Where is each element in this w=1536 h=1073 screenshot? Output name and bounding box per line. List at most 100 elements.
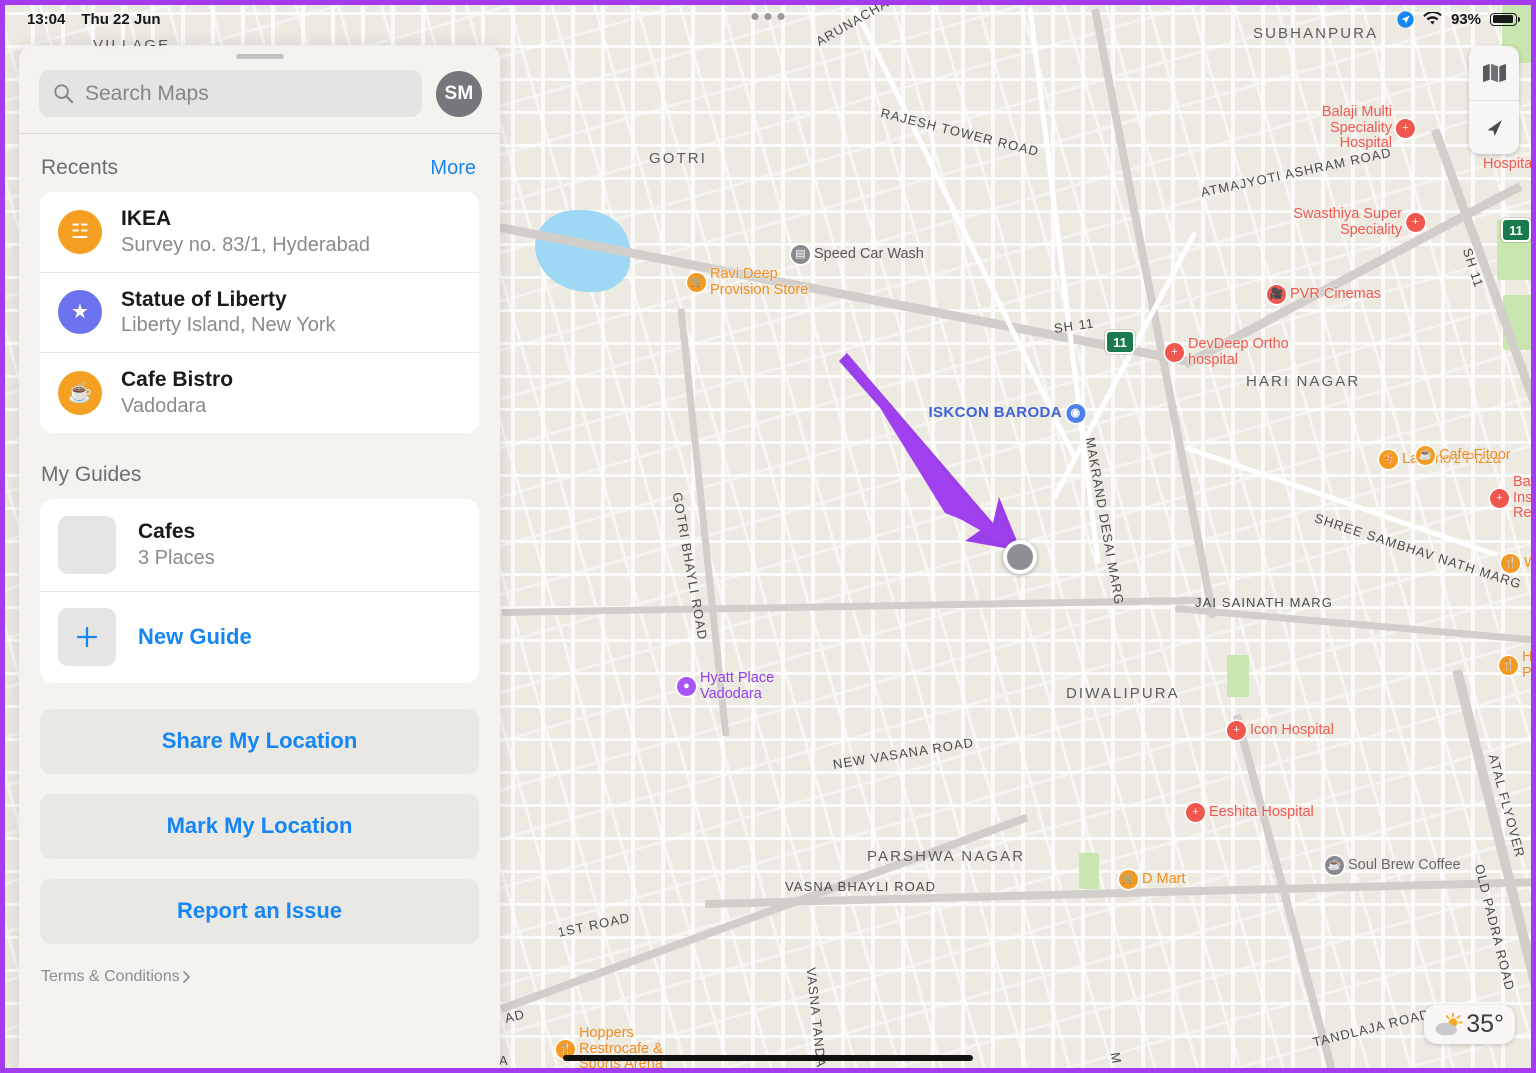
poi-label: Swasthiya Super Speciality [1293,206,1402,238]
highway-shield: 11 [1501,218,1531,242]
poi-pin-icon: + [1490,488,1509,508]
recent-item[interactable]: ☕ Cafe Bistro Vadodara [40,352,479,433]
map-controls [1469,46,1519,154]
poi-pin-icon: + [1227,721,1246,740]
poi-pin-icon: ▤ [791,245,810,264]
map-poi[interactable]: 🍴 Hoppers Restrocafe & Sports Arena [556,1025,663,1068]
poi-label: H P [1522,649,1531,681]
poi-pin-icon: ● [677,677,696,697]
map-poi[interactable]: ☕ Soul Brew Coffee [1325,856,1461,875]
search-field-wrapper[interactable] [39,70,422,117]
recent-item-subtitle: Survey no. 83/1, Hyderabad [121,233,371,256]
map-area-label: PARSHWA NAGAR [867,848,1026,865]
map-poi[interactable]: +Baro Insti Rese [1490,474,1531,522]
poi-pin-icon: ◉ [1066,404,1085,423]
map-poi[interactable]: ☕ Cafe Fitoor [1416,446,1511,465]
poi-label: ISKCON BARODA [928,404,1062,422]
guide-item-cafes[interactable]: Cafes 3 Places [40,499,479,591]
recent-item-title: Cafe Bistro [121,368,234,392]
navigation-arrow-icon [1487,119,1502,136]
recent-item-title: IKEA [121,207,172,230]
guide-thumbnail [58,515,116,574]
guide-subtitle: 3 Places [138,546,215,569]
report-an-issue-button[interactable]: Report an Issue [40,878,479,944]
map-poi[interactable]: ● Hyatt Place Vadodara [677,670,775,702]
tracking-button[interactable] [1469,100,1519,154]
map-poi[interactable]: 🍴Wo [1501,554,1531,573]
recent-item-text: Cafe Bistro Vadodara [121,367,233,419]
chevron-right-icon [182,970,190,983]
recent-item-text: Statue of Liberty Liberty Island, New Yor… [121,287,336,339]
home-indicator[interactable] [563,1055,973,1061]
recents-card: ☳ IKEA Survey no. 83/1, Hyderabad ★ Statue o… [40,192,479,433]
map-poi[interactable]: + Swasthiya Super Speciality [1293,206,1425,238]
map-mode-button[interactable] [1469,46,1519,100]
poi-label: Hospitals [1483,156,1531,172]
map-area-label: DIWALIPURA [1066,685,1180,702]
recent-item[interactable]: ★ Statue of Liberty Liberty Island, New Yo… [40,271,479,353]
poi-pin-icon: + [1165,343,1184,363]
new-guide-row[interactable]: New Guide [40,590,479,683]
map-poi[interactable]: ◉ ISKCON BARODA [928,404,1085,423]
poi-label: Cafe Fitoor [1439,446,1511,463]
maps-sidebar-panel: SM Recents More ☳ IKEA Survey no. 83/1, Hy… [19,46,500,1068]
my-guides-header: My Guides [19,433,500,499]
poi-label: Ravi Deep Provision Store [710,266,809,298]
map-poi[interactable]: 🛒 D Mart [1119,870,1186,889]
recents-header: Recents More [19,134,500,192]
highway-shield: 11 [1105,330,1135,354]
map-poi[interactable]: ▤ Speed Car Wash [791,245,924,264]
poi-pin-icon: 🛒 [687,273,706,293]
map-park [1079,853,1099,889]
search-row: SM [19,59,500,133]
poi-pin-icon: + [1186,803,1205,822]
multitasking-dots[interactable] [751,13,785,20]
map-poi[interactable]: + Icon Hospital [1227,721,1334,740]
map-area-label: HARI NAGAR [1246,373,1361,390]
map-poi[interactable]: Hospitals [1483,156,1531,173]
map-layers-icon [1482,63,1506,83]
poi-pin-icon: 🎥 [1267,285,1286,304]
map-road-label: A [499,1053,509,1068]
map-road-label: M [1107,1051,1125,1066]
recent-item[interactable]: ☳ IKEA Survey no. 83/1, Hyderabad [40,192,479,272]
map-poi[interactable]: + Eeshita Hospital [1186,803,1314,822]
sidebar-action-buttons: Share My Location Mark My Location Report … [19,683,500,944]
poi-pin-icon: 🍕 [1379,450,1398,469]
map-road-label: JAI SAINATH MARG [1195,595,1333,610]
recent-item-subtitle: Vadodara [121,394,207,417]
star-icon: ★ [58,290,102,335]
map-poi[interactable]: 🛒 Ravi Deep Provision Store [687,266,809,298]
poi-pin-icon: + [1406,213,1425,233]
poi-label: DevDeep Ortho hospital [1188,336,1289,368]
partly-cloudy-icon [1435,1012,1464,1035]
poi-pin-icon: 🍴 [1501,554,1520,573]
marked-location-pin[interactable] [1003,540,1037,574]
map-poi[interactable]: + Balaji Multi Speciality Hospital [1322,104,1415,152]
poi-pin-icon: ☕ [1325,856,1344,875]
annotation-arrow [839,351,1021,553]
search-icon [54,84,74,104]
my-guides-title: My Guides [41,462,142,486]
map-poi[interactable]: 🍴 H P [1499,649,1531,681]
map-poi[interactable]: + DevDeep Ortho hospital [1165,336,1289,368]
map-poi[interactable]: 🎥 PVR Cinemas [1267,285,1381,304]
avatar[interactable]: SM [436,70,482,117]
guide-text: Cafes 3 Places [138,519,215,571]
poi-pin-icon: + [1396,118,1415,138]
search-input[interactable] [85,81,408,106]
weather-badge[interactable]: 35° [1424,1005,1515,1044]
recents-more-button[interactable]: More [430,157,476,180]
coffee-cup-icon: ☕ [58,371,102,416]
my-guides-card: Cafes 3 Places New Guide [40,498,479,683]
share-my-location-button[interactable]: Share My Location [40,708,479,774]
terms-and-conditions-link[interactable]: Terms & Conditions [19,964,500,986]
poi-label: Hyatt Place Vadodara [700,670,775,702]
mark-my-location-button[interactable]: Mark My Location [40,793,479,859]
ipad-screen: VILLAGESUBHANPURAGOTRIHARI NAGARDIWALIPU… [5,5,1531,1068]
poi-pin-icon: ☕ [1416,446,1435,465]
poi-pin-icon: 🛒 [1119,870,1138,889]
recents-title: Recents [41,156,119,179]
recent-item-text: IKEA Survey no. 83/1, Hyderabad [121,206,370,258]
terms-label: Terms & Conditions [41,967,180,985]
